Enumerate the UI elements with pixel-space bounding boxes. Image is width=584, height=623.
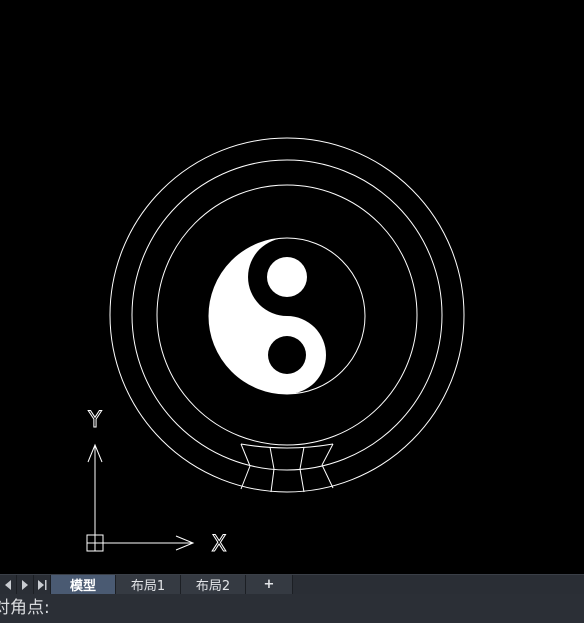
cad-application: Y X 模型 布局1 布局2 + 对角点: — [0, 0, 584, 623]
layout-tab-bar: 模型 布局1 布局2 + — [0, 574, 584, 594]
next-layout-button[interactable] — [17, 575, 34, 594]
base-segment-line[interactable] — [270, 468, 275, 493]
base-segment-line[interactable] — [321, 464, 334, 489]
first-layout-button[interactable] — [0, 575, 17, 594]
play-arrow-icon — [22, 579, 28, 590]
base-segment-line[interactable] — [321, 443, 334, 466]
base-segment-line[interactable] — [269, 446, 275, 470]
last-layout-button[interactable] — [34, 575, 51, 594]
add-layout-button[interactable]: + — [246, 575, 293, 594]
tab-layout1[interactable]: 布局1 — [116, 575, 181, 594]
command-line[interactable]: 对角点: — [0, 594, 584, 623]
base-segments[interactable] — [240, 443, 334, 493]
yin-yang-upper-dot[interactable] — [267, 257, 307, 297]
ucs-icon — [86, 443, 195, 552]
base-segment-line[interactable] — [240, 465, 251, 490]
base-segment-line[interactable] — [299, 446, 305, 470]
tab-model[interactable]: 模型 — [51, 575, 116, 594]
command-prompt: 对角点: — [0, 598, 50, 618]
yin-yang-lower-dot[interactable] — [268, 336, 306, 374]
yin-yang-symbol[interactable] — [208, 237, 366, 395]
model-space-canvas[interactable]: Y X — [0, 0, 584, 574]
base-segment-line[interactable] — [299, 468, 305, 493]
first-arrow-icon — [5, 579, 11, 590]
base-segment-line[interactable] — [240, 443, 251, 467]
tab-layout2[interactable]: 布局2 — [181, 575, 246, 594]
drawing-viewport[interactable]: Y X — [0, 0, 584, 574]
ucs-y-label: Y — [87, 408, 102, 433]
ucs-x-label: X — [211, 532, 226, 557]
last-arrow-icon — [37, 579, 46, 590]
